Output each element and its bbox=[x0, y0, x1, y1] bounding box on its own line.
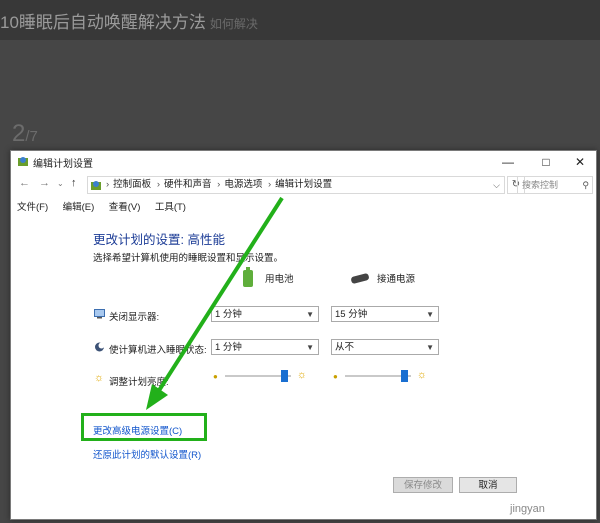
battery-icon bbox=[243, 267, 253, 287]
sleep-battery-select[interactable]: 1 分钟 ▼ bbox=[211, 339, 319, 355]
sleep-plugged-select[interactable]: 从不 ▼ bbox=[331, 339, 439, 355]
breadcrumb[interactable]: › 控制面板 › 硬件和声音 › 电源选项 › 编辑计划设置 ⌵ bbox=[87, 176, 505, 194]
chevron-down-icon: ▼ bbox=[426, 310, 434, 319]
brightness-plugged-thumb[interactable] bbox=[401, 370, 409, 382]
brightness-label: 调整计划亮度: bbox=[109, 377, 169, 388]
bright-sun-icon: ☼ bbox=[296, 369, 307, 381]
display-off-plugged-select[interactable]: 15 分钟 ▼ bbox=[331, 306, 439, 322]
forward-arrow-icon[interactable]: → bbox=[39, 177, 50, 189]
article-header: 10睡眠后自动唤醒解决方法 如何解决 bbox=[0, 0, 600, 40]
close-button[interactable]: ✕ bbox=[563, 151, 596, 173]
plug-icon bbox=[350, 272, 370, 285]
address-dropdown-icon[interactable]: ⌵ bbox=[493, 177, 500, 193]
chevron-down-icon: ▼ bbox=[306, 310, 314, 319]
cancel-button[interactable]: 取消 bbox=[459, 477, 517, 493]
article-title: 10睡眠后自动唤醒解决方法 如何解决 bbox=[0, 13, 258, 32]
minimize-button[interactable]: — bbox=[491, 151, 525, 173]
menu-file[interactable]: 文件(F) bbox=[17, 199, 48, 217]
display-off-battery-select[interactable]: 1 分钟 ▼ bbox=[211, 306, 319, 322]
recent-dropdown-icon[interactable]: ⌄ bbox=[57, 179, 64, 188]
menu-view[interactable]: 查看(V) bbox=[109, 199, 141, 217]
article-title-suffix: 如何解决 bbox=[209, 17, 258, 31]
back-arrow-icon[interactable]: ← bbox=[19, 177, 30, 189]
edit-plan-window: 编辑计划设置 — □ ✕ ← → ⌄ ↑ › 控制面板 › 硬件和声音 › 电源选项 … bbox=[10, 150, 597, 520]
plan-heading: 更改计划的设置: 高性能 bbox=[93, 233, 225, 247]
search-icon: ⚲ bbox=[582, 180, 589, 190]
bright-sun-icon: ☼ bbox=[416, 369, 427, 381]
restore-defaults-link[interactable]: 还原此计划的默认设置(R) bbox=[93, 447, 201, 461]
monitor-icon bbox=[94, 309, 105, 319]
battery-column-header: 用电池 bbox=[265, 274, 294, 285]
moon-icon bbox=[95, 342, 105, 352]
plugged-column-header: 接通电源 bbox=[377, 274, 416, 285]
sleep-label: 使计算机进入睡眠状态: bbox=[109, 345, 207, 356]
chevron-down-icon: ▼ bbox=[306, 343, 314, 352]
brightness-battery-thumb[interactable] bbox=[281, 370, 289, 382]
dim-sun-icon: ● bbox=[213, 372, 218, 381]
breadcrumb-item[interactable]: 电源选项 bbox=[224, 177, 262, 193]
brightness-plugged-slider[interactable]: ● ☼ bbox=[333, 369, 427, 382]
up-arrow-icon[interactable]: ↑ bbox=[71, 177, 77, 189]
breadcrumb-item[interactable]: 编辑计划设置 bbox=[275, 177, 332, 193]
brightness-battery-slider[interactable]: ● ☼ bbox=[213, 369, 307, 382]
watermark: jingyan bbox=[510, 503, 545, 515]
address-bar: ← → ⌄ ↑ › 控制面板 › 硬件和声音 › 电源选项 › 编辑计划设置 ⌵ ↻ 搜… bbox=[11, 173, 596, 197]
save-button[interactable]: 保存修改 bbox=[393, 477, 453, 493]
menu-tools[interactable]: 工具(T) bbox=[155, 199, 186, 217]
search-input[interactable]: 搜索控制 ⚲ bbox=[517, 176, 593, 194]
sun-icon: ☼ bbox=[94, 372, 105, 384]
power-plan-app-icon bbox=[18, 157, 28, 166]
window-title: 编辑计划设置 bbox=[33, 159, 93, 170]
menu-bar: 文件(F) 编辑(E) 查看(V) 工具(T) bbox=[11, 197, 596, 215]
menu-edit[interactable]: 编辑(E) bbox=[63, 199, 95, 217]
control-panel-icon bbox=[91, 181, 101, 190]
advanced-power-settings-link[interactable]: 更改高级电源设置(C) bbox=[93, 423, 182, 437]
step-indicator: 2/7 bbox=[12, 120, 38, 147]
maximize-button[interactable]: □ bbox=[529, 151, 563, 173]
breadcrumb-item[interactable]: 控制面板 bbox=[113, 177, 151, 193]
chevron-down-icon: ▼ bbox=[426, 343, 434, 352]
breadcrumb-item[interactable]: 硬件和声音 bbox=[164, 177, 212, 193]
dim-sun-icon: ● bbox=[333, 372, 338, 381]
plan-description: 选择希望计算机使用的睡眠设置和显示设置。 bbox=[93, 253, 284, 264]
window-titlebar: 编辑计划设置 — □ ✕ bbox=[11, 151, 596, 173]
display-off-label: 关闭显示器: bbox=[109, 312, 160, 323]
